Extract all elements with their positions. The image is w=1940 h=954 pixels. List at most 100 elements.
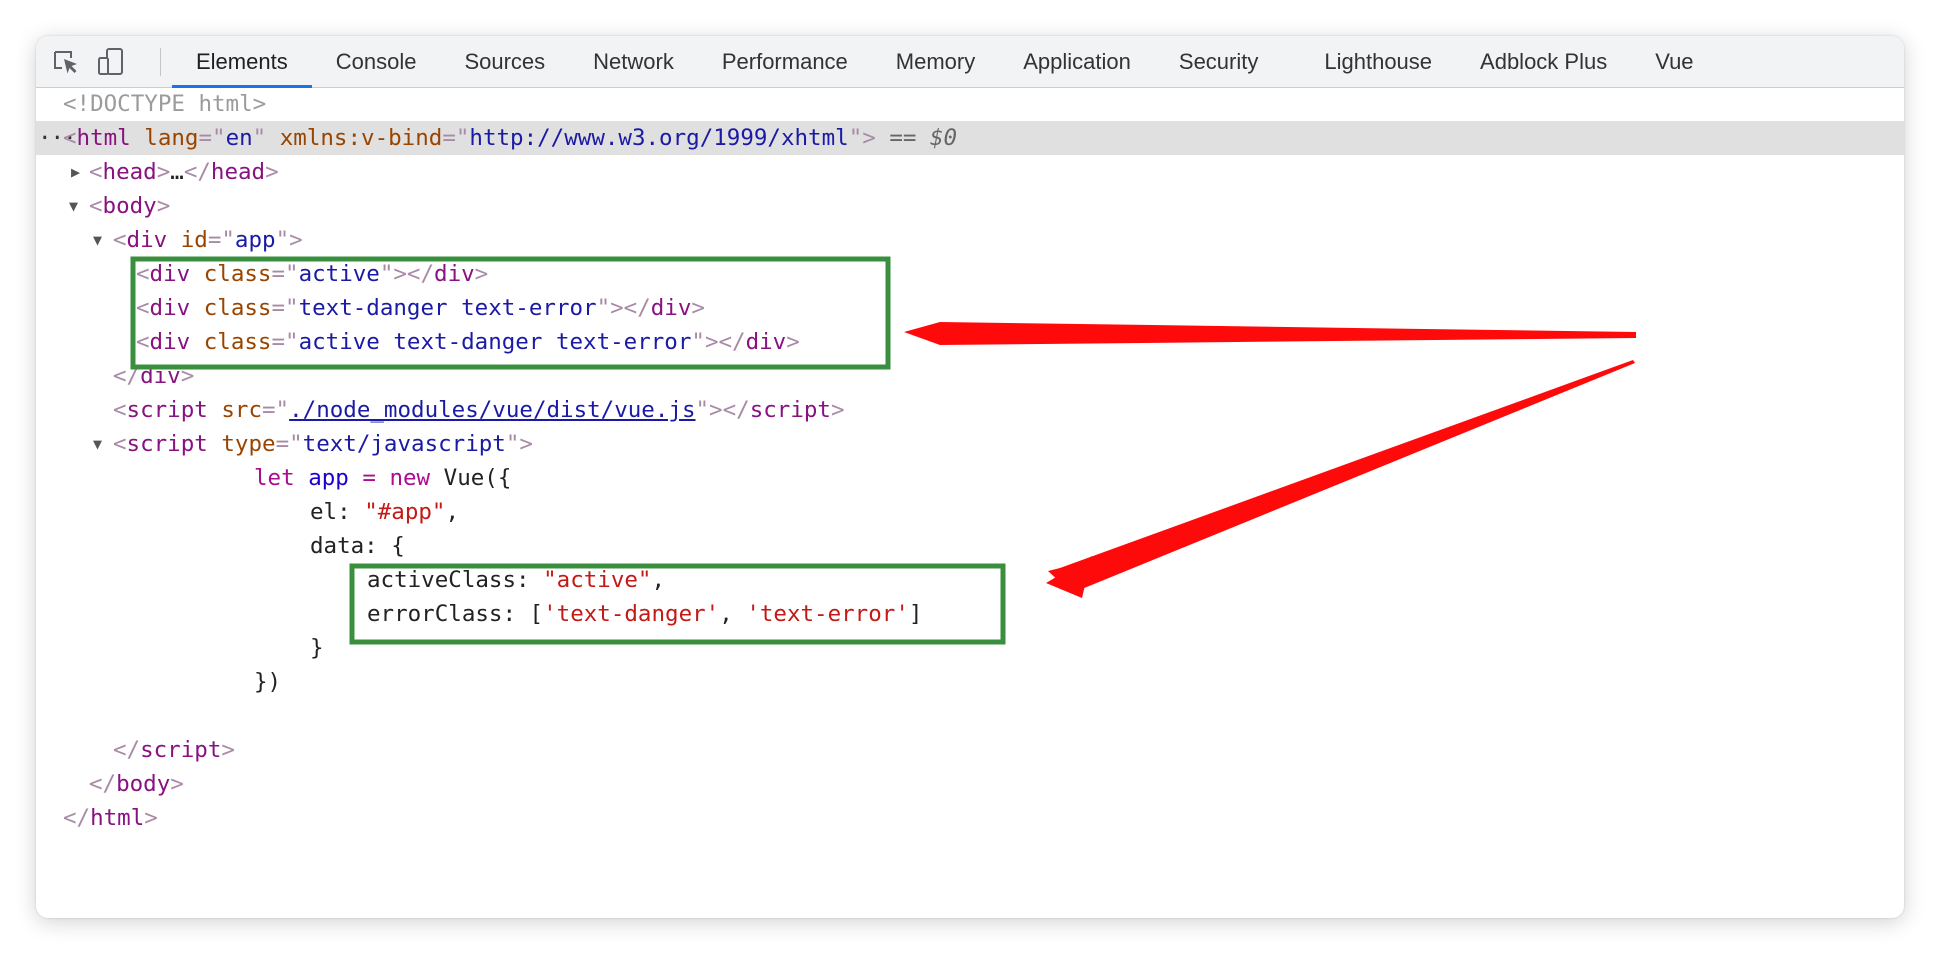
- toolbar-separator: [160, 48, 161, 76]
- html-open-tag: <html lang="en" xmlns:v-bind="http://www…: [63, 125, 958, 151]
- js-line: }): [36, 665, 1904, 699]
- script-inline-open-tag: <script type="text/javascript">: [113, 431, 533, 457]
- tab-application[interactable]: Application: [999, 36, 1155, 87]
- attr-name: id: [180, 227, 208, 253]
- dom-node-div-close[interactable]: </div>: [36, 359, 1904, 393]
- dom-node-div-app[interactable]: ▼ <div id="app">: [36, 223, 1904, 257]
- div-app-open-tag: <div id="app">: [113, 227, 303, 253]
- head-node: <head>…</head>: [89, 159, 279, 185]
- tab-sources[interactable]: Sources: [440, 36, 569, 87]
- collapse-triangle-icon[interactable]: ▼: [69, 189, 78, 223]
- tab-adblock-plus[interactable]: Adblock Plus: [1456, 36, 1631, 87]
- js-line: activeClass: "active",: [36, 563, 1904, 597]
- js-keyword: new: [389, 465, 431, 491]
- attr-name: xmlns:v-bind: [279, 125, 443, 151]
- tab-network[interactable]: Network: [569, 36, 698, 87]
- js-active-class-property: activeClass: "active",: [367, 563, 665, 597]
- tag-name: div: [745, 329, 787, 355]
- tag-name: div: [434, 261, 475, 287]
- js-keyword: let: [254, 465, 295, 491]
- js-el-property: el: "#app",: [310, 495, 459, 529]
- collapse-triangle-icon[interactable]: ▼: [93, 427, 102, 461]
- tag-name: html: [76, 125, 131, 151]
- expand-triangle-icon[interactable]: ▶: [71, 155, 80, 189]
- tab-vue[interactable]: Vue: [1631, 36, 1717, 87]
- selected-node-marker: == $0: [889, 125, 958, 151]
- dom-node-div-child[interactable]: <div class="text-danger text-error"></di…: [36, 291, 1904, 325]
- attr-name: type: [221, 431, 276, 457]
- js-string: "active": [543, 567, 652, 593]
- js-line: }: [36, 631, 1904, 665]
- js-blank-line: [36, 699, 1904, 733]
- attr-name: src: [221, 397, 263, 423]
- script-src-tag: <script src="./node_modules/vue/dist/vue…: [113, 397, 845, 423]
- attr-value: text/javascript: [302, 431, 506, 457]
- doctype-text: <!DOCTYPE html>: [63, 91, 267, 117]
- js-error-class-property: errorClass: ['text-danger', 'text-error'…: [367, 597, 922, 631]
- dom-node-div-child[interactable]: <div class="active"></div>: [36, 257, 1904, 291]
- dom-tree: <!DOCTYPE html> ··· <html lang="en" xmln…: [36, 87, 1904, 835]
- inspect-element-icon[interactable]: [50, 46, 82, 78]
- tag-name: body: [102, 193, 157, 219]
- attr-value: text-danger text-error: [298, 295, 597, 321]
- attr-value: app: [234, 227, 276, 253]
- html-close-tag: </html>: [63, 805, 158, 831]
- dom-node-div-child[interactable]: <div class="active text-danger text-erro…: [36, 325, 1904, 359]
- dom-node-body-close[interactable]: </body>: [36, 767, 1904, 801]
- dom-node-html-close[interactable]: </html>: [36, 801, 1904, 835]
- js-string: 'text-error': [746, 601, 909, 627]
- body-open-tag: <body>: [89, 193, 171, 219]
- toolbar-icons: [36, 36, 164, 87]
- js-comma: ,: [719, 601, 733, 627]
- dom-node-head[interactable]: ▶ <head>…</head>: [36, 155, 1904, 189]
- dom-node-script-inline[interactable]: ▼ <script type="text/javascript">: [36, 427, 1904, 461]
- tag-name: div: [149, 329, 191, 355]
- tab-security[interactable]: Security: [1155, 36, 1282, 87]
- device-toolbar-icon[interactable]: [96, 46, 128, 78]
- collapse-triangle-icon[interactable]: ▼: [93, 223, 102, 257]
- tag-name: div: [149, 261, 191, 287]
- attr-value: active: [298, 261, 380, 287]
- attr-value: active text-danger text-error: [298, 329, 692, 355]
- dom-node-html[interactable]: ··· <html lang="en" xmlns:v-bind="http:/…: [36, 121, 1904, 155]
- attr-name: class: [203, 261, 272, 287]
- tag-name: script: [140, 737, 222, 763]
- collapsed-ellipsis: …: [170, 159, 184, 185]
- js-close-brace: }: [310, 635, 324, 661]
- js-comma: ,: [445, 499, 460, 525]
- js-line: data: {: [36, 529, 1904, 563]
- tag-name: div: [140, 363, 181, 389]
- js-key: el:: [310, 499, 351, 525]
- tag-name: div: [650, 295, 692, 321]
- attr-name: class: [203, 329, 272, 355]
- js-comma: ,: [651, 567, 666, 593]
- child-div-tag: <div class="text-danger text-error"></di…: [136, 295, 705, 321]
- tag-name: body: [116, 771, 171, 797]
- devtools-window: Elements Console Sources Network Perform…: [36, 36, 1904, 918]
- js-constructor: Vue({: [443, 465, 512, 491]
- js-data-key: data: {: [310, 533, 405, 559]
- attr-value: http://www.w3.org/1999/xhtml: [469, 125, 849, 151]
- attr-name: class: [203, 295, 272, 321]
- dom-node-doctype[interactable]: <!DOCTYPE html>: [36, 87, 1904, 121]
- js-key: activeClass:: [367, 567, 530, 593]
- script-src-link[interactable]: ./node_modules/vue/dist/vue.js: [289, 397, 695, 423]
- dom-node-script-src[interactable]: <script src="./node_modules/vue/dist/vue…: [36, 393, 1904, 427]
- js-line: el: "#app",: [36, 495, 1904, 529]
- attr-name: lang: [144, 125, 199, 151]
- tab-memory[interactable]: Memory: [872, 36, 999, 87]
- tag-name: head: [102, 159, 157, 185]
- child-div-tag: <div class="active"></div>: [136, 261, 489, 287]
- tag-name: html: [90, 805, 145, 831]
- tab-performance[interactable]: Performance: [698, 36, 872, 87]
- attr-value: en: [225, 125, 253, 151]
- tag-name: head: [210, 159, 266, 185]
- js-string: 'text-danger': [543, 601, 720, 627]
- tab-elements[interactable]: Elements: [172, 36, 312, 88]
- dom-node-script-close[interactable]: </script>: [36, 733, 1904, 767]
- js-close-call: }): [254, 669, 282, 695]
- tab-lighthouse[interactable]: Lighthouse: [1300, 36, 1456, 87]
- panel-tabs: Elements Console Sources Network Perform…: [172, 36, 1718, 88]
- dom-node-body[interactable]: ▼ <body>: [36, 189, 1904, 223]
- tab-console[interactable]: Console: [312, 36, 441, 87]
